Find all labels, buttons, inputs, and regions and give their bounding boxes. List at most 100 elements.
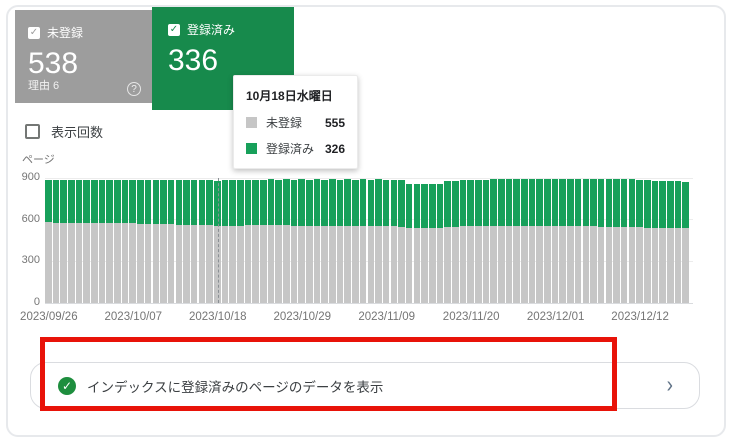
bar-segment[interactable] bbox=[421, 184, 428, 229]
bar-segment[interactable] bbox=[137, 179, 144, 224]
bar-segment[interactable] bbox=[528, 225, 536, 303]
bar-segment[interactable] bbox=[659, 228, 666, 303]
bar-segment[interactable] bbox=[475, 179, 482, 227]
bar-segment[interactable] bbox=[390, 226, 398, 303]
bar-segment[interactable] bbox=[567, 226, 574, 303]
bar-segment[interactable] bbox=[405, 228, 413, 303]
bar-segment[interactable] bbox=[83, 179, 90, 223]
bar-segment[interactable] bbox=[674, 228, 682, 303]
stacked-bar-chart[interactable] bbox=[45, 178, 690, 303]
bar-segment[interactable] bbox=[643, 227, 651, 303]
bar-segment[interactable] bbox=[666, 181, 674, 229]
bar-segment[interactable] bbox=[490, 179, 497, 226]
bar-segment[interactable] bbox=[321, 225, 328, 303]
impressions-toggle[interactable]: 表示回数 bbox=[25, 122, 103, 141]
bar-segment[interactable] bbox=[628, 179, 636, 227]
bar-segment[interactable] bbox=[651, 180, 659, 228]
bar-segment[interactable] bbox=[659, 180, 666, 228]
bar-segment[interactable] bbox=[597, 179, 605, 227]
bar-segment[interactable] bbox=[290, 225, 298, 303]
bar-segment[interactable] bbox=[252, 225, 259, 303]
not-indexed-checkbox[interactable]: ✓ bbox=[28, 26, 40, 39]
bar-segment[interactable] bbox=[651, 227, 659, 303]
bar-segment[interactable] bbox=[283, 225, 290, 303]
bar-segment[interactable] bbox=[344, 179, 352, 226]
bar-segment[interactable] bbox=[544, 226, 551, 303]
bar-segment[interactable] bbox=[298, 179, 305, 226]
bar-segment[interactable] bbox=[52, 179, 60, 223]
bar-segment[interactable] bbox=[167, 224, 175, 303]
bar-segment[interactable] bbox=[267, 179, 275, 226]
bar-segment[interactable] bbox=[60, 179, 67, 223]
bar-segment[interactable] bbox=[290, 179, 298, 226]
bar-segment[interactable] bbox=[91, 179, 98, 223]
bar-segment[interactable] bbox=[505, 225, 513, 303]
bar-segment[interactable] bbox=[451, 180, 459, 227]
bar-segment[interactable] bbox=[597, 226, 605, 303]
bar-segment[interactable] bbox=[152, 179, 160, 224]
bar-segment[interactable] bbox=[91, 223, 98, 303]
bar-segment[interactable] bbox=[528, 178, 536, 226]
bar-segment[interactable] bbox=[682, 181, 689, 229]
bar-segment[interactable] bbox=[428, 228, 436, 303]
bar-segment[interactable] bbox=[98, 179, 106, 224]
bar-segment[interactable] bbox=[459, 226, 467, 303]
bar-segment[interactable] bbox=[567, 179, 574, 227]
indexed-checkbox[interactable]: ✓ bbox=[168, 23, 180, 36]
bar-segment[interactable] bbox=[536, 226, 543, 303]
bar-segment[interactable] bbox=[536, 179, 543, 227]
bar-segment[interactable] bbox=[421, 228, 428, 303]
bar-segment[interactable] bbox=[482, 226, 490, 303]
bar-segment[interactable] bbox=[183, 180, 190, 225]
bar-segment[interactable] bbox=[98, 223, 106, 303]
bar-segment[interactable] bbox=[682, 228, 689, 303]
card-not-indexed[interactable]: ✓ 未登録 538 理由 6 ? bbox=[15, 10, 152, 103]
bar-segment[interactable] bbox=[336, 225, 344, 303]
bar-segment[interactable] bbox=[306, 225, 313, 303]
bar-segment[interactable] bbox=[413, 228, 421, 303]
bar-segment[interactable] bbox=[613, 226, 620, 303]
bar-segment[interactable] bbox=[428, 184, 436, 229]
bar-segment[interactable] bbox=[498, 179, 505, 226]
bar-segment[interactable] bbox=[175, 224, 183, 303]
bar-segment[interactable] bbox=[68, 179, 75, 223]
bar-segment[interactable] bbox=[45, 222, 52, 303]
bar-segment[interactable] bbox=[114, 179, 121, 224]
bar-segment[interactable] bbox=[459, 180, 467, 227]
impressions-checkbox[interactable] bbox=[25, 124, 40, 139]
bar-segment[interactable] bbox=[513, 178, 520, 226]
bar-segment[interactable] bbox=[329, 225, 336, 303]
bar-segment[interactable] bbox=[359, 179, 367, 227]
bar-segment[interactable] bbox=[398, 179, 405, 227]
bar-segment[interactable] bbox=[252, 179, 259, 226]
bar-segment[interactable] bbox=[620, 226, 628, 303]
bar-segment[interactable] bbox=[275, 179, 282, 226]
bar-segment[interactable] bbox=[260, 179, 267, 226]
bar-segment[interactable] bbox=[490, 225, 497, 303]
bar-segment[interactable] bbox=[160, 179, 167, 225]
bar-segment[interactable] bbox=[244, 225, 252, 303]
bar-segment[interactable] bbox=[413, 184, 421, 229]
bar-segment[interactable] bbox=[674, 181, 682, 229]
bar-segment[interactable] bbox=[436, 183, 444, 229]
bar-segment[interactable] bbox=[52, 222, 60, 303]
bar-segment[interactable] bbox=[229, 225, 236, 303]
bar-segment[interactable] bbox=[574, 178, 582, 227]
bar-segment[interactable] bbox=[551, 179, 559, 227]
bar-segment[interactable] bbox=[436, 228, 444, 303]
bar-segment[interactable] bbox=[367, 226, 375, 303]
bar-segment[interactable] bbox=[444, 181, 451, 227]
bar-segment[interactable] bbox=[167, 180, 175, 225]
bar-segment[interactable] bbox=[521, 225, 528, 303]
bar-segment[interactable] bbox=[190, 224, 198, 303]
bar-segment[interactable] bbox=[244, 179, 252, 226]
bar-segment[interactable] bbox=[375, 226, 382, 303]
bar-segment[interactable] bbox=[559, 178, 567, 227]
bar-segment[interactable] bbox=[475, 226, 482, 303]
bar-segment[interactable] bbox=[60, 222, 67, 303]
bar-segment[interactable] bbox=[198, 225, 206, 303]
bar-segment[interactable] bbox=[521, 179, 528, 226]
bar-segment[interactable] bbox=[144, 179, 152, 224]
bar-segment[interactable] bbox=[551, 226, 559, 303]
bar-segment[interactable] bbox=[137, 223, 144, 303]
